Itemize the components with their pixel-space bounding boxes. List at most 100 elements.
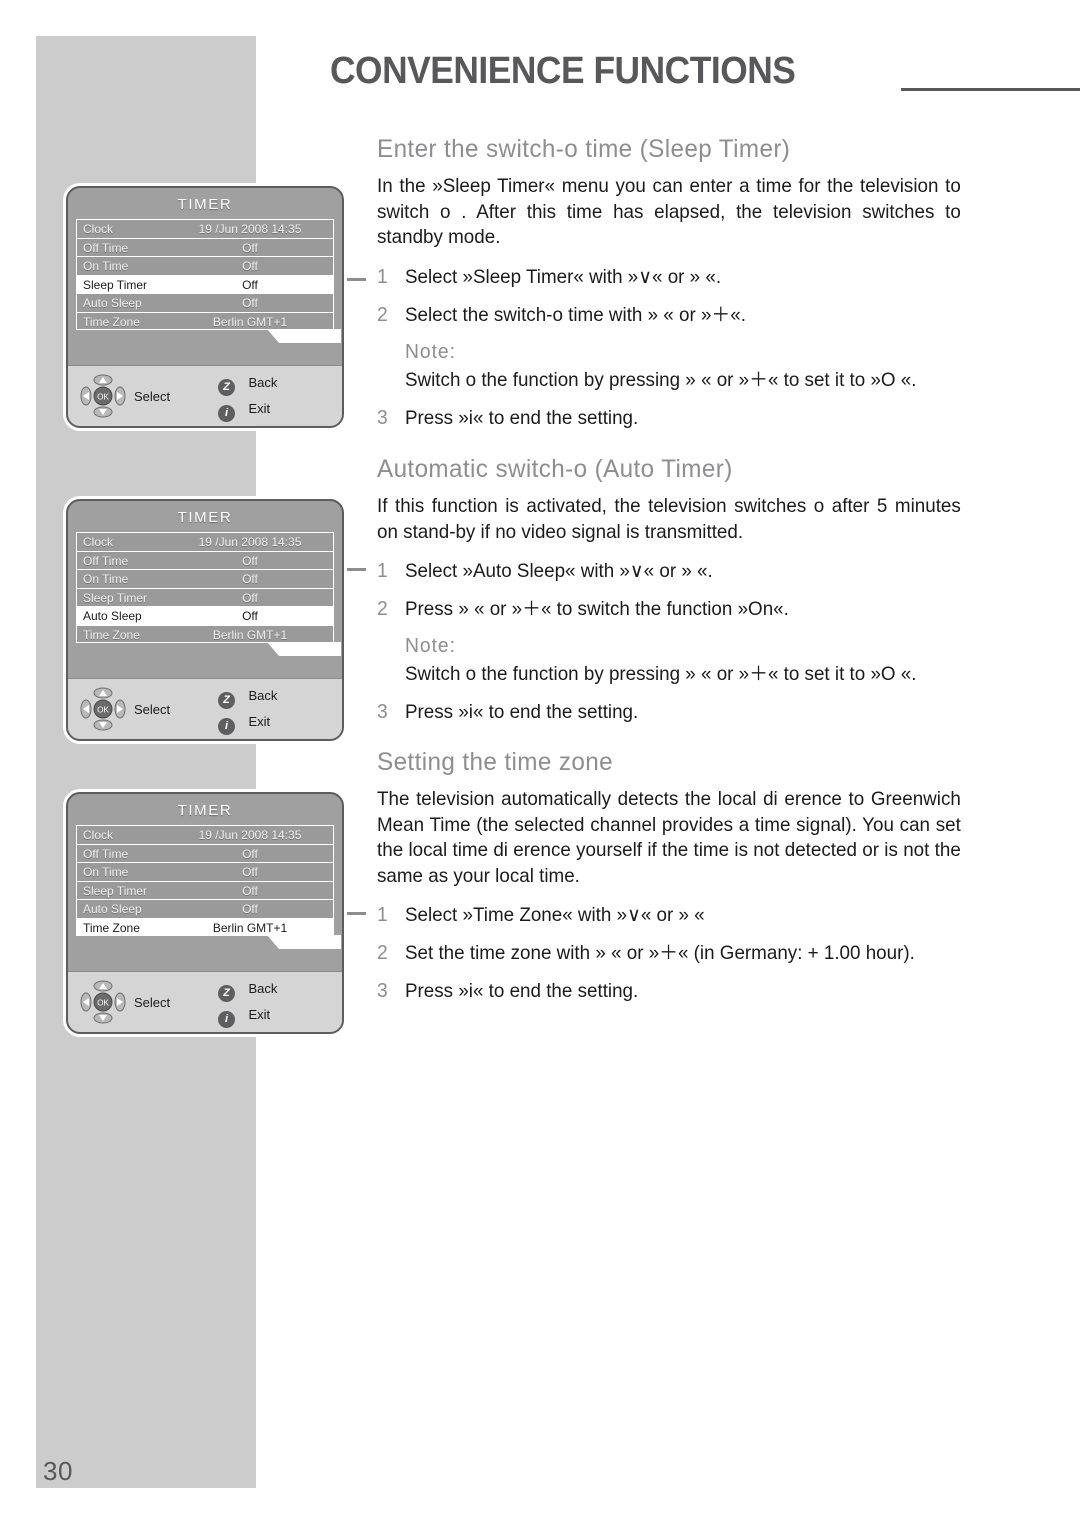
step-text: Press »i« to end the setting. [404,406,639,429]
osd-timer-menu-time-zone[interactable]: TIMER Clock 19 /Jun 2008 14:35 Off Time … [66,792,344,1034]
step-text: Select »Sleep Timer« with »∨« or » «. [404,265,722,288]
osd-footer: OK Select Z Back i Exit [68,365,342,426]
osd-row-list: Clock 19 /Jun 2008 14:35 Off Time Off On… [76,219,341,343]
osd-exit-label: Exit [248,1007,271,1022]
osd-row-value: Off [242,553,258,568]
chapter-title-rule [901,88,1080,91]
step-number: 3 [377,701,388,723]
osd-title: TIMER [177,802,233,819]
note-label: Note: [404,340,456,363]
osd-row[interactable]: On Time Off [76,862,334,881]
osd-back-label: Back [248,375,278,390]
step-item: 2 Set the time zone with » « or »＋« (in … [377,941,961,966]
osd-scroll-notch-icon [267,935,341,949]
osd-row[interactable]: Clock 19 /Jun 2008 14:35 [76,219,334,238]
osd-row-label: Clock [83,828,114,842]
osd-timer-menu-sleep-timer[interactable]: TIMER Clock 19 /Jun 2008 14:35 Off Time … [66,186,344,428]
back-key-icon: Z [218,692,235,709]
section-auto-timer: Automatic switch-o (Auto Timer) If this … [377,455,982,738]
section-time-zone: Setting the time zone The television aut… [377,748,982,1017]
osd-row-value: Off [242,902,258,916]
osd-row-value: Off [242,296,258,310]
osd-row-value: Off [242,277,258,292]
step-list: 1 Select »Sleep Timer« with »∨« or » «. … [377,265,982,328]
osd-row-selected[interactable]: Sleep Timer Off [76,274,334,293]
final-step-list: 3 Press »i« to end the setting. [377,979,982,1004]
exit-key-icon: i [218,1011,235,1028]
osd-row[interactable]: Auto Sleep Off [76,293,334,312]
osd-row[interactable]: Time Zone Berlin GMT+1 [76,311,341,343]
step-number: 3 [377,980,388,1002]
step-item: 2 Select the switch-o time with » « or »… [377,303,961,328]
page-number: 30 [43,1456,73,1486]
osd-row-label: On Time [83,259,129,273]
osd-row-value: Off [242,240,258,255]
osd-row[interactable]: On Time Off [76,256,334,275]
step-list: 1 Select »Auto Sleep« with »∨« or » «. 2… [377,559,982,622]
step-text: Press »i« to end the setting. [404,980,639,1002]
note-text: Switch o the function by pressing » « or… [404,663,917,685]
section-intro-paragraph: If this function is activated, the telev… [377,495,961,543]
osd-row[interactable]: Off Time Off [76,237,334,256]
osd-row-label: Auto Sleep [83,902,142,916]
osd-row[interactable]: Off Time Off [76,550,334,569]
osd-exit-button[interactable]: i Exit [218,1006,270,1028]
step-number: 2 [377,942,388,964]
osd-row[interactable]: Clock 19 /Jun 2008 14:35 [76,532,334,551]
osd-row-value: Off [242,259,258,273]
osd-timer-menu-auto-sleep[interactable]: TIMER Clock 19 /Jun 2008 14:35 Off Time … [66,499,344,741]
osd-row-label: Sleep Timer [83,590,148,605]
dpad-icon[interactable]: OK [80,980,126,1024]
step-item: 3 Press »i« to end the setting. [377,406,961,431]
osd-row-list: Clock 19 /Jun 2008 14:35 Off Time Off On… [76,825,341,949]
osd-exit-button[interactable]: i Exit [218,400,270,422]
osd-row[interactable]: Clock 19 /Jun 2008 14:35 [76,825,334,844]
section-intro-paragraph: In the »Sleep Timer« menu you can enter … [377,175,961,248]
osd-row-value: Off [242,609,258,623]
osd-row-label: Sleep Timer [83,883,148,898]
section-sleep-timer: Enter the switch-o time (Sleep Timer) In… [377,135,982,444]
osd-row[interactable]: Time Zone Berlin GMT+1 [76,624,341,656]
osd-row-value: Off [242,846,258,861]
osd-row-selected[interactable]: Auto Sleep Off [76,606,334,625]
note-label: Note: [404,635,456,657]
osd-exit-button[interactable]: i Exit [218,713,270,735]
osd-title: TIMER [177,509,233,526]
osd-exit-label: Exit [248,401,271,416]
osd-row-label: On Time [83,865,129,879]
osd-row[interactable]: Auto Sleep Off [76,899,334,918]
osd-row[interactable]: On Time Off [76,569,334,588]
chapter-header: CONVENIENCE FUNCTIONS [330,50,1080,102]
osd-row-label: Time Zone [83,627,140,642]
step-text: Select »Time Zone« with »∨« or » « [404,904,705,926]
osd-row-selected[interactable]: Time Zone Berlin GMT+1 [76,917,341,949]
osd-back-button[interactable]: Z Back [218,374,277,396]
osd-select-label: Select [134,995,171,1010]
osd-back-button[interactable]: Z Back [218,980,277,1002]
step-number: 2 [377,598,388,620]
osd-row[interactable]: Sleep Timer Off [76,880,334,899]
osd-back-label: Back [248,688,278,703]
osd-row-value: 19 /Jun 2008 14:35 [198,828,302,842]
osd-row-value: 19 /Jun 2008 14:35 [198,222,302,236]
osd-row[interactable]: Off Time Off [76,843,334,862]
section-heading: Automatic switch-o (Auto Timer) [377,455,733,483]
step-text: Press »i« to end the setting. [404,701,639,723]
osd-footer: OK Select Z Back i Exit [68,971,342,1032]
osd-row[interactable]: Sleep Timer Off [76,587,334,606]
step-item: 3 Press »i« to end the setting. [377,700,961,725]
osd-row-label: Auto Sleep [83,609,142,623]
osd-row-label: Sleep Timer [83,277,148,292]
osd-row-label: Off Time [83,240,129,255]
dpad-icon[interactable]: OK [80,374,126,418]
osd-row-label: Clock [83,222,114,236]
dpad-icon[interactable]: OK [80,687,126,731]
step-text: Press » « or »＋« to switch the function … [404,598,789,620]
osd-row-label: Auto Sleep [83,296,142,310]
step-number: 3 [377,406,388,429]
step-item: 1 Select »Sleep Timer« with »∨« or » «. [377,265,961,290]
note-text: Switch o the function by pressing » « or… [404,368,917,391]
osd-back-button[interactable]: Z Back [218,687,277,709]
note-block: Note: Switch o the function by pressing … [377,341,961,393]
step-item: 1 Select »Time Zone« with »∨« or » « [377,903,961,928]
